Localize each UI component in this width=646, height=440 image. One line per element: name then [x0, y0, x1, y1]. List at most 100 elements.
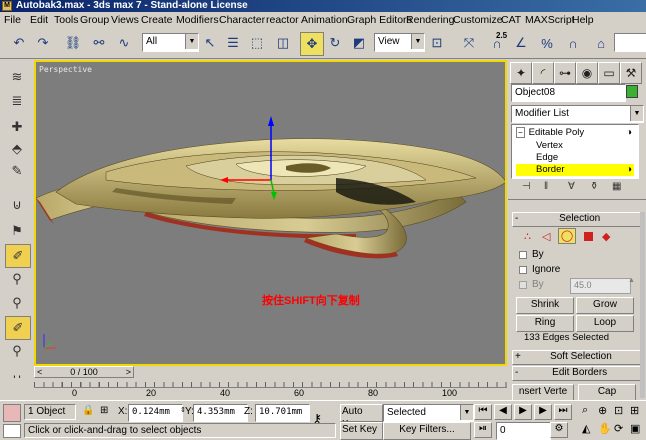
object-name-field[interactable]: Object08: [511, 84, 626, 102]
magnet-icon[interactable]: ⊍: [5, 194, 29, 216]
shrink-button[interactable]: Shrink: [516, 297, 574, 314]
menu-maxscript[interactable]: MAXScript: [525, 14, 575, 27]
selection-rollout-header[interactable]: - Selection: [512, 212, 642, 227]
vertex-level-icon[interactable]: ∴: [524, 230, 531, 243]
arc-rotate-icon[interactable]: ⟳: [614, 422, 623, 435]
angle-spinner[interactable]: 45.0: [570, 278, 631, 294]
configure-sets-icon[interactable]: ▦: [612, 181, 621, 192]
menu-tools[interactable]: Tools: [54, 14, 79, 27]
mesh-object[interactable]: [36, 62, 505, 364]
hierarchy-tab-icon[interactable]: ⊶: [554, 62, 576, 84]
time-slider[interactable]: <0 / 100 >: [34, 366, 134, 378]
bind-space-warp-icon[interactable]: ∿: [113, 32, 135, 54]
play-icon[interactable]: ▶: [514, 404, 532, 420]
rectangular-selection-icon[interactable]: ⬚: [246, 32, 268, 54]
time-configuration-icon[interactable]: ⚙: [550, 422, 568, 438]
by-vertex-checkbox[interactable]: [519, 251, 527, 259]
zoom-extents-icon[interactable]: ⊡: [614, 404, 623, 417]
create-icon[interactable]: ✚: [5, 116, 29, 138]
make-unique-icon[interactable]: ∀: [568, 181, 575, 192]
x-coordinate-field[interactable]: 0.124mm: [128, 404, 183, 422]
auto-key-button[interactable]: Auto Key: [340, 404, 383, 422]
y-coordinate-field[interactable]: 4.353mm: [193, 404, 248, 422]
stack-item-edge[interactable]: Edge: [536, 152, 632, 164]
menu-file[interactable]: File: [4, 14, 21, 27]
stack-icon[interactable]: ≣: [5, 90, 29, 112]
angle-snap-icon[interactable]: ∠: [510, 32, 532, 54]
brush-icon[interactable]: ✐: [5, 316, 31, 340]
edit-borders-rollout-header[interactable]: - Edit Borders: [512, 366, 642, 381]
menu-rendering[interactable]: Rendering: [406, 14, 454, 27]
pan-icon[interactable]: ✋: [598, 422, 612, 435]
flag-icon[interactable]: ⚑: [5, 220, 29, 242]
loop-button[interactable]: Loop: [576, 315, 634, 332]
perspective-viewport[interactable]: Perspective 按住SHIFT向下复制: [34, 60, 507, 366]
select-and-rotate-icon[interactable]: ↻: [324, 32, 346, 54]
menu-reactor[interactable]: reactor: [266, 14, 299, 27]
insert-vertex-button[interactable]: nsert Verte: [512, 384, 574, 401]
current-frame-field[interactable]: 0: [496, 422, 551, 440]
remove-modifier-icon[interactable]: ⚱: [590, 181, 598, 192]
layer-icon[interactable]: ≋: [5, 66, 29, 88]
undo-icon[interactable]: ↶: [8, 32, 30, 54]
key-filters-button[interactable]: Key Filters...: [383, 422, 471, 440]
menu-group[interactable]: Group: [80, 14, 109, 27]
motion-tab-icon[interactable]: ◉: [576, 62, 598, 84]
stack-item-vertex[interactable]: Vertex: [536, 140, 632, 152]
zoom-all-icon[interactable]: ⊕: [598, 404, 607, 417]
polygon-level-icon[interactable]: [584, 232, 593, 241]
window-crossing-icon[interactable]: ◫: [272, 32, 294, 54]
cap-button[interactable]: Cap: [578, 384, 636, 401]
named-selection-field[interactable]: [614, 33, 646, 52]
previous-frame-icon[interactable]: ◀: [494, 404, 512, 420]
select-object-icon[interactable]: ↖: [199, 32, 221, 54]
select-and-move-icon[interactable]: ✥: [300, 32, 324, 56]
menu-graph-editors[interactable]: Graph Editors: [347, 14, 412, 27]
mini-listener[interactable]: [0, 378, 34, 400]
next-frame-icon[interactable]: ▶: [534, 404, 552, 420]
unlink-icon[interactable]: ⚯: [88, 32, 110, 54]
object-color-swatch[interactable]: [626, 85, 638, 98]
menu-cat[interactable]: CAT: [501, 14, 521, 27]
spinner-arrows-icon[interactable]: ▲: [628, 277, 635, 284]
menu-customize[interactable]: Customize: [453, 14, 503, 27]
border-level-icon[interactable]: ◯: [558, 228, 576, 244]
go-to-end-icon[interactable]: ⏭: [554, 404, 572, 420]
create-tab-icon[interactable]: ✦: [510, 62, 532, 84]
modifier-stack[interactable]: − Editable Poly ◑ Vertex Edge Border ◑: [511, 124, 639, 179]
stack-item-border[interactable]: Border ◑: [516, 164, 634, 176]
spinner-snap-icon[interactable]: ∩: [562, 32, 584, 54]
key-mode-toggle-icon[interactable]: ⏯: [474, 422, 492, 438]
menu-help[interactable]: Help: [572, 14, 594, 27]
z-coordinate-field[interactable]: 10.701mm: [255, 404, 310, 422]
maximize-viewport-icon[interactable]: ▣: [630, 422, 640, 435]
grow-button[interactable]: Grow: [576, 297, 634, 314]
redo-icon[interactable]: ↷: [32, 32, 54, 54]
time-slider-track[interactable]: <0 / 100 >: [34, 366, 507, 378]
utilities-tab-icon[interactable]: ⚒: [620, 62, 642, 84]
display-tab-icon[interactable]: ▭: [598, 62, 620, 84]
key-mode-dropdown[interactable]: Selected ▼: [383, 404, 474, 422]
named-selection-sets-icon[interactable]: ⌂: [590, 32, 612, 54]
track-bar[interactable]: 0 20 40 60 80 100: [34, 378, 507, 400]
zoom-icon[interactable]: ⌕: [582, 404, 588, 417]
zoom-extents-all-icon[interactable]: ⊞: [630, 404, 639, 417]
modifier-list-dropdown[interactable]: Modifier List ▼: [511, 105, 644, 123]
maxscript-listener-pink[interactable]: [3, 404, 21, 422]
percent-snap-icon[interactable]: %: [536, 32, 558, 54]
panel-scrollbar[interactable]: [640, 212, 645, 398]
select-and-manipulate-icon[interactable]: ⤧: [458, 32, 480, 54]
paint-icon[interactable]: ✐: [5, 244, 31, 268]
absolute-mode-icon[interactable]: ⊞: [100, 405, 108, 416]
connect-icon[interactable]: ⚲: [5, 268, 29, 290]
menu-edit[interactable]: Edit: [30, 14, 48, 27]
reference-coordinate-dropdown[interactable]: View ▼: [374, 33, 425, 52]
pivot-center-icon[interactable]: ⊡: [426, 32, 448, 54]
show-end-result-icon[interactable]: ‖: [544, 181, 548, 192]
menu-create[interactable]: Create: [141, 14, 173, 27]
pin-stack-icon[interactable]: ⊣: [522, 181, 531, 192]
pen-icon[interactable]: ✎: [5, 160, 29, 182]
by-angle-checkbox[interactable]: [519, 281, 527, 289]
ignore-backfacing-checkbox[interactable]: [519, 266, 527, 274]
set-key-button[interactable]: Set Key: [340, 422, 383, 440]
